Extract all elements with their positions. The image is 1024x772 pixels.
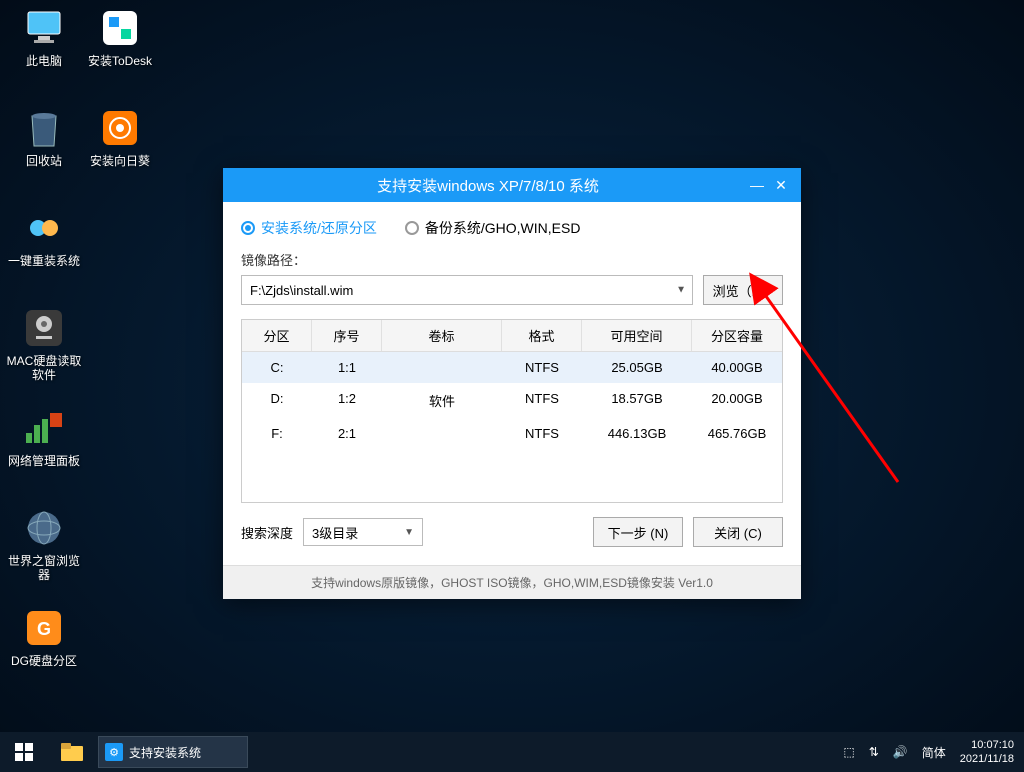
app-icon xyxy=(98,6,142,50)
dialog-footer: 支持windows原版镜像，GHOST ISO镜像，GHO,WIM,ESD镜像安… xyxy=(223,565,801,599)
radio-icon xyxy=(241,221,255,235)
app-icon xyxy=(22,406,66,450)
th-volume: 卷标 xyxy=(382,320,502,351)
titlebar[interactable]: 支持安装windows XP/7/8/10 系统 — ✕ xyxy=(223,168,801,202)
clock[interactable]: 10:07:10 2021/11/18 xyxy=(960,738,1014,766)
th-capacity: 分区容量 xyxy=(692,320,782,351)
image-path-value: F:\Zjds\install.wim xyxy=(250,283,353,298)
dialog-body: 安装系统/还原分区 备份系统/GHO,WIN,ESD 镜像路径： F:\Zjds… xyxy=(223,202,801,565)
svg-text:G: G xyxy=(37,619,51,639)
network-icon[interactable]: ⬚ xyxy=(843,745,854,759)
close-button[interactable]: ✕ xyxy=(769,173,793,197)
desktop-icon[interactable]: 世界之窗浏览器 xyxy=(6,506,82,582)
browse-button[interactable]: 浏览（B） xyxy=(703,275,783,305)
app-icon xyxy=(22,506,66,550)
image-path-label: 镜像路径： xyxy=(241,250,783,269)
installer-dialog: 支持安装windows XP/7/8/10 系统 — ✕ 安装系统/还原分区 备… xyxy=(223,168,801,599)
app-icon xyxy=(98,106,142,150)
table-row[interactable]: F:2:1NTFS446.13GB465.76GB xyxy=(242,418,782,449)
depth-label: 搜索深度 xyxy=(241,523,293,542)
radio-backup-label: 备份系统/GHO,WIN,ESD xyxy=(425,218,581,238)
taskbar: ⚙ 支持安装系统 ⬚ ⇅ 🔊 简体 10:07:10 2021/11/18 xyxy=(0,732,1024,772)
desktop-icon[interactable]: 安装向日葵 xyxy=(82,106,158,168)
image-path-input[interactable]: F:\Zjds\install.wim ▼ xyxy=(241,275,693,305)
taskbar-task-installer[interactable]: ⚙ 支持安装系统 xyxy=(98,736,248,768)
gear-icon: ⚙ xyxy=(105,743,123,761)
window-title: 支持安装windows XP/7/8/10 系统 xyxy=(231,175,745,196)
file-explorer-icon[interactable] xyxy=(48,732,96,772)
table-header: 分区 序号 卷标 格式 可用空间 分区容量 xyxy=(242,320,782,352)
next-button[interactable]: 下一步 (N) xyxy=(593,517,683,547)
clock-date: 2021/11/18 xyxy=(960,752,1014,766)
dropdown-icon[interactable]: ▼ xyxy=(676,285,686,296)
app-icon xyxy=(22,6,66,50)
bottom-row: 搜索深度 3级目录 ▼ 下一步 (N) 关闭 (C) xyxy=(241,517,783,547)
minimize-button[interactable]: — xyxy=(745,173,769,197)
close-dialog-button[interactable]: 关闭 (C) xyxy=(693,517,783,547)
app-icon xyxy=(22,206,66,250)
radio-install[interactable]: 安装系统/还原分区 xyxy=(241,218,377,238)
icon-label: MAC硬盘读取软件 xyxy=(6,354,82,382)
clock-time: 10:07:10 xyxy=(960,738,1014,752)
icon-label: DG硬盘分区 xyxy=(6,654,82,668)
depth-value: 3级目录 xyxy=(312,523,358,542)
icon-label: 安装ToDesk xyxy=(82,54,158,68)
app-icon xyxy=(22,306,66,350)
depth-select[interactable]: 3级目录 ▼ xyxy=(303,518,423,546)
volume-icon[interactable]: 🔊 xyxy=(893,745,908,759)
usb-icon[interactable]: ⇅ xyxy=(869,745,879,759)
icon-label: 安装向日葵 xyxy=(82,154,158,168)
start-button[interactable] xyxy=(0,732,48,772)
desktop-icon[interactable]: 安装ToDesk xyxy=(82,6,158,68)
icon-label: 回收站 xyxy=(6,154,82,168)
radio-backup[interactable]: 备份系统/GHO,WIN,ESD xyxy=(405,218,581,238)
desktop-icon[interactable]: 一键重装系统 xyxy=(6,206,82,268)
app-icon xyxy=(22,106,66,150)
mode-radio-group: 安装系统/还原分区 备份系统/GHO,WIN,ESD xyxy=(241,218,783,238)
app-icon: G xyxy=(22,606,66,650)
path-row: F:\Zjds\install.wim ▼ 浏览（B） xyxy=(241,275,783,305)
system-tray: ⬚ ⇅ 🔊 简体 10:07:10 2021/11/18 xyxy=(843,738,1024,766)
th-free: 可用空间 xyxy=(582,320,692,351)
desktop-icon[interactable]: 此电脑 xyxy=(6,6,82,68)
table-body: C:1:1NTFS25.05GB40.00GBD:1:2软件NTFS18.57G… xyxy=(242,352,782,502)
desktop-icon[interactable]: G DG硬盘分区 xyxy=(6,606,82,668)
table-row[interactable]: C:1:1NTFS25.05GB40.00GB xyxy=(242,352,782,383)
partition-table: 分区 序号 卷标 格式 可用空间 分区容量 C:1:1NTFS25.05GB40… xyxy=(241,319,783,503)
icon-label: 一键重装系统 xyxy=(6,254,82,268)
th-index: 序号 xyxy=(312,320,382,351)
icon-label: 世界之窗浏览器 xyxy=(6,554,82,582)
th-partition: 分区 xyxy=(242,320,312,351)
th-format: 格式 xyxy=(502,320,582,351)
desktop-icon[interactable]: 网络管理面板 xyxy=(6,406,82,468)
chevron-down-icon: ▼ xyxy=(404,527,414,538)
radio-icon xyxy=(405,221,419,235)
radio-install-label: 安装系统/还原分区 xyxy=(261,218,377,238)
icon-label: 网络管理面板 xyxy=(6,454,82,468)
task-label: 支持安装系统 xyxy=(129,744,201,761)
desktop-icon[interactable]: 回收站 xyxy=(6,106,82,168)
ime-indicator[interactable]: 简体 xyxy=(922,744,946,761)
desktop-icon[interactable]: MAC硬盘读取软件 xyxy=(6,306,82,382)
table-row[interactable]: D:1:2软件NTFS18.57GB20.00GB xyxy=(242,383,782,418)
icon-label: 此电脑 xyxy=(6,54,82,68)
